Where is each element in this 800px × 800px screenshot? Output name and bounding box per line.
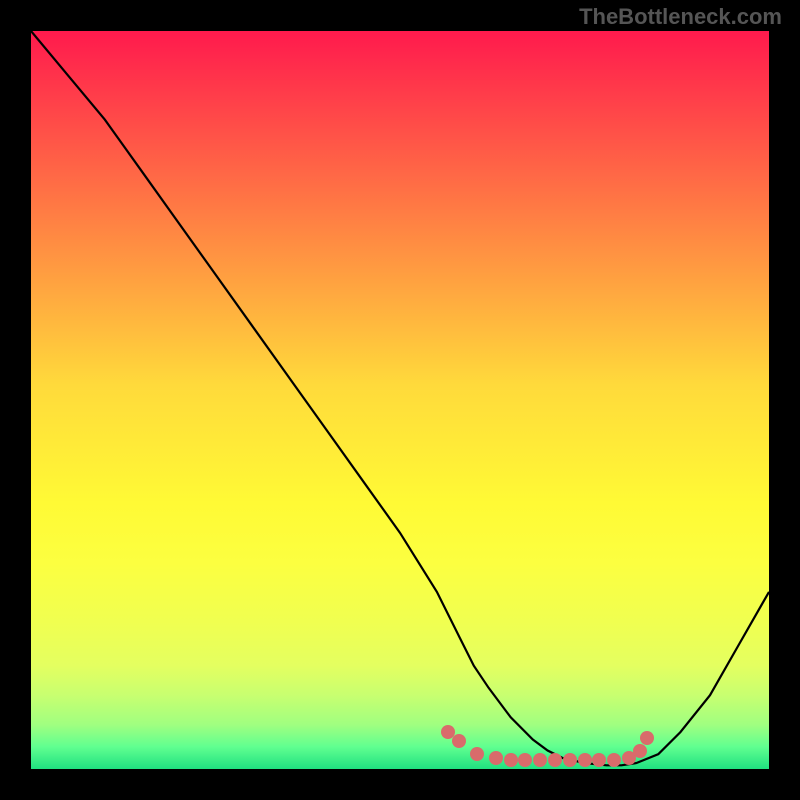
optimal-range-markers: [31, 31, 769, 769]
marker-point: [578, 753, 592, 767]
marker-point: [470, 747, 484, 761]
marker-point: [504, 753, 518, 767]
marker-point: [592, 753, 606, 767]
marker-point: [563, 753, 577, 767]
marker-point: [533, 753, 547, 767]
watermark-text: TheBottleneck.com: [579, 4, 782, 30]
marker-point: [518, 753, 532, 767]
marker-point: [640, 731, 654, 745]
marker-point: [633, 744, 647, 758]
marker-point: [489, 751, 503, 765]
marker-point: [548, 753, 562, 767]
chart-plot-area: [31, 31, 769, 769]
marker-point: [452, 734, 466, 748]
marker-point: [607, 753, 621, 767]
